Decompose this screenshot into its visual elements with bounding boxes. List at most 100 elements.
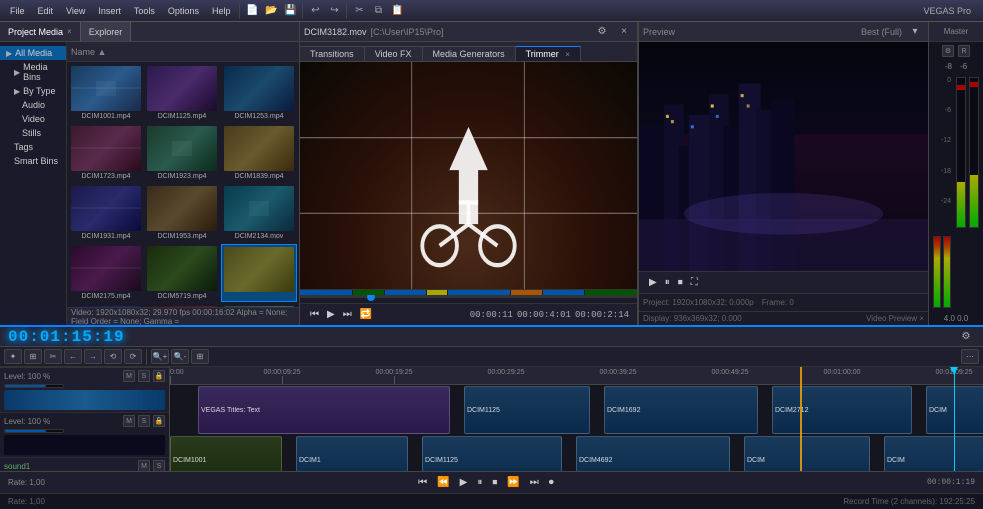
menu-file[interactable]: File xyxy=(4,4,31,18)
clip-v2-1[interactable]: DCIM1001 xyxy=(170,436,282,471)
prev-frame-btn[interactable]: ⏮ xyxy=(308,309,321,320)
paste-button[interactable]: 📋 xyxy=(388,2,406,20)
transport-pause-btn[interactable]: ⏸ xyxy=(474,477,485,488)
preview-area[interactable] xyxy=(300,62,637,289)
trimmer-close-icon[interactable]: × xyxy=(565,50,570,59)
tree-media-bins[interactable]: ▶ Media Bins xyxy=(0,60,66,84)
media-thumb-5[interactable]: DCIM1839.mp4 xyxy=(221,124,297,182)
v2-solo-btn[interactable]: S xyxy=(138,415,150,427)
new-button[interactable]: 📄 xyxy=(243,2,261,20)
transport-ff-btn[interactable]: ⏩ xyxy=(504,477,522,488)
save-button[interactable]: 💾 xyxy=(281,2,299,20)
clip-v2-2[interactable]: DCIM1 xyxy=(296,436,408,471)
clip-v1-3[interactable]: DCIM2712 xyxy=(772,386,912,434)
media-thumb-10[interactable]: DCIM5719.mp4 xyxy=(145,244,219,302)
tree-smart-bins[interactable]: Smart Bins xyxy=(0,154,66,168)
scrubber-bar[interactable] xyxy=(300,289,637,303)
tl-btn-1[interactable]: ✦ xyxy=(4,349,22,364)
media-thumb-2[interactable]: DCIM1253.mp4 xyxy=(221,64,297,122)
preview-close-icon[interactable]: × xyxy=(615,23,633,41)
clip-v1-2[interactable]: DCIM1692 xyxy=(604,386,758,434)
transport-record-btn[interactable]: ⏺ xyxy=(546,477,557,488)
undo-button[interactable]: ↩ xyxy=(306,2,324,20)
menu-tools[interactable]: Tools xyxy=(128,4,161,18)
tl-btn-2[interactable]: ⊞ xyxy=(24,349,42,364)
tl-btn-snap[interactable]: ⊞ xyxy=(191,349,209,364)
tl-btn-more[interactable]: ⋯ xyxy=(961,349,979,364)
tab-media-generators[interactable]: Media Generators xyxy=(423,46,516,61)
tree-by-type[interactable]: ▶ By Type xyxy=(0,84,66,98)
v2-mute-btn[interactable]: M xyxy=(123,415,135,427)
menu-options[interactable]: Options xyxy=(162,4,205,18)
preview-settings-icon[interactable]: ⚙ xyxy=(593,23,611,41)
media-thumb-14[interactable]: song.mp3 xyxy=(221,304,297,307)
transport-play-btn[interactable]: ▶ xyxy=(457,477,471,488)
v2-level-fader[interactable] xyxy=(4,429,64,433)
timeline-settings-icon[interactable]: ⚙ xyxy=(957,328,975,346)
tl-btn-3[interactable]: ✂ xyxy=(44,349,62,364)
menu-insert[interactable]: Insert xyxy=(92,4,127,18)
v1-level-fader[interactable] xyxy=(4,384,64,388)
rp-fullscreen-btn[interactable]: ⛶ xyxy=(689,277,700,288)
tab-project-media[interactable]: Project Media × xyxy=(0,22,81,41)
media-thumb-12[interactable]: DCIM29137.mov xyxy=(69,304,143,307)
transport-stop-btn[interactable]: ⏹ xyxy=(489,477,500,488)
redo-button[interactable]: ↪ xyxy=(325,2,343,20)
media-thumb-0[interactable]: DCIM1001.mp4 xyxy=(69,64,143,122)
tl-btn-4[interactable]: ← xyxy=(64,349,82,364)
timeline-tracks-area[interactable]: 00:00:00 00:00:09:25 00:00:19:25 00:00:2… xyxy=(170,367,983,471)
next-frame-btn[interactable]: ⏭ xyxy=(341,309,354,320)
rp-pause-btn[interactable]: ⏸ xyxy=(663,277,672,288)
rp-play-btn[interactable]: ▶ xyxy=(647,277,659,288)
tl-btn-6[interactable]: ⟲ xyxy=(104,349,122,364)
media-thumb-11[interactable] xyxy=(221,244,297,302)
tl-btn-5[interactable]: → xyxy=(84,349,102,364)
timeline-marker-1[interactable] xyxy=(800,367,802,471)
media-thumb-3[interactable]: DCIM1723.mp4 xyxy=(69,124,143,182)
timeline-ruler[interactable]: 00:00:00 00:00:09:25 00:00:19:25 00:00:2… xyxy=(170,367,983,385)
tree-tags[interactable]: Tags xyxy=(0,140,66,154)
tree-stills[interactable]: Stills xyxy=(0,126,66,140)
clip-v2-4[interactable]: DCIM4692 xyxy=(576,436,730,471)
media-thumb-7[interactable]: DCIM1953.mp4 xyxy=(145,184,219,242)
transport-rew-btn[interactable]: ⏪ xyxy=(434,477,452,488)
tab-video-fx[interactable]: Video FX xyxy=(365,46,423,61)
cut-button[interactable]: ✂ xyxy=(350,2,368,20)
tl-btn-zoom-out[interactable]: 🔍- xyxy=(171,349,189,364)
meter-reset-btn[interactable]: R xyxy=(958,45,970,57)
a1-mute-btn[interactable]: M xyxy=(138,460,150,471)
tl-btn-zoom-in[interactable]: 🔍+ xyxy=(151,349,169,364)
v1-solo-btn[interactable]: S xyxy=(138,370,150,382)
clip-v2-5[interactable]: DCIM xyxy=(744,436,870,471)
right-preview-video[interactable] xyxy=(639,42,928,271)
tab-explorer[interactable]: Explorer xyxy=(81,22,132,41)
play-btn[interactable]: ▶ xyxy=(325,309,337,320)
copy-button[interactable]: ⧉ xyxy=(369,2,387,20)
clip-v1-4[interactable]: DCIM xyxy=(926,386,983,434)
media-thumb-8[interactable]: DCIM2134.mov xyxy=(221,184,297,242)
tab-transitions[interactable]: Transitions xyxy=(300,46,365,61)
rp-stop-btn[interactable]: ⏹ xyxy=(676,277,685,288)
clip-title-text[interactable]: VEGAS Titles: Text xyxy=(198,386,450,434)
menu-help[interactable]: Help xyxy=(206,4,237,18)
media-thumb-9[interactable]: DCIM2175.mp4 xyxy=(69,244,143,302)
loop-btn[interactable]: 🔁 xyxy=(358,309,374,320)
preview-menu-icon[interactable]: ▾ xyxy=(906,23,924,41)
clip-v2-6[interactable]: DCIM xyxy=(884,436,983,471)
close-project-media-tab[interactable]: × xyxy=(67,27,72,36)
v2-lock-btn[interactable]: 🔒 xyxy=(153,415,165,427)
media-thumb-1[interactable]: DCIM1125.mp4 xyxy=(145,64,219,122)
media-thumb-13[interactable]: DCIM3182.mov xyxy=(145,304,219,307)
transport-next-btn[interactable]: ⏭ xyxy=(527,477,542,488)
tab-trimmer[interactable]: Trimmer × xyxy=(516,46,581,61)
open-button[interactable]: 📂 xyxy=(262,2,280,20)
meter-settings-btn[interactable]: ⚙ xyxy=(942,45,954,57)
tree-audio[interactable]: Audio xyxy=(0,98,66,112)
a1-solo-btn[interactable]: S xyxy=(153,460,165,471)
media-thumb-6[interactable]: DCIM1931.mp4 xyxy=(69,184,143,242)
v1-lock-btn[interactable]: 🔒 xyxy=(153,370,165,382)
media-thumb-4[interactable]: DCIM1923.mp4 xyxy=(145,124,219,182)
menu-view[interactable]: View xyxy=(60,4,91,18)
video-preview-close[interactable]: Video Preview × xyxy=(866,314,924,323)
clip-v2-3[interactable]: DCIM1125 xyxy=(422,436,562,471)
